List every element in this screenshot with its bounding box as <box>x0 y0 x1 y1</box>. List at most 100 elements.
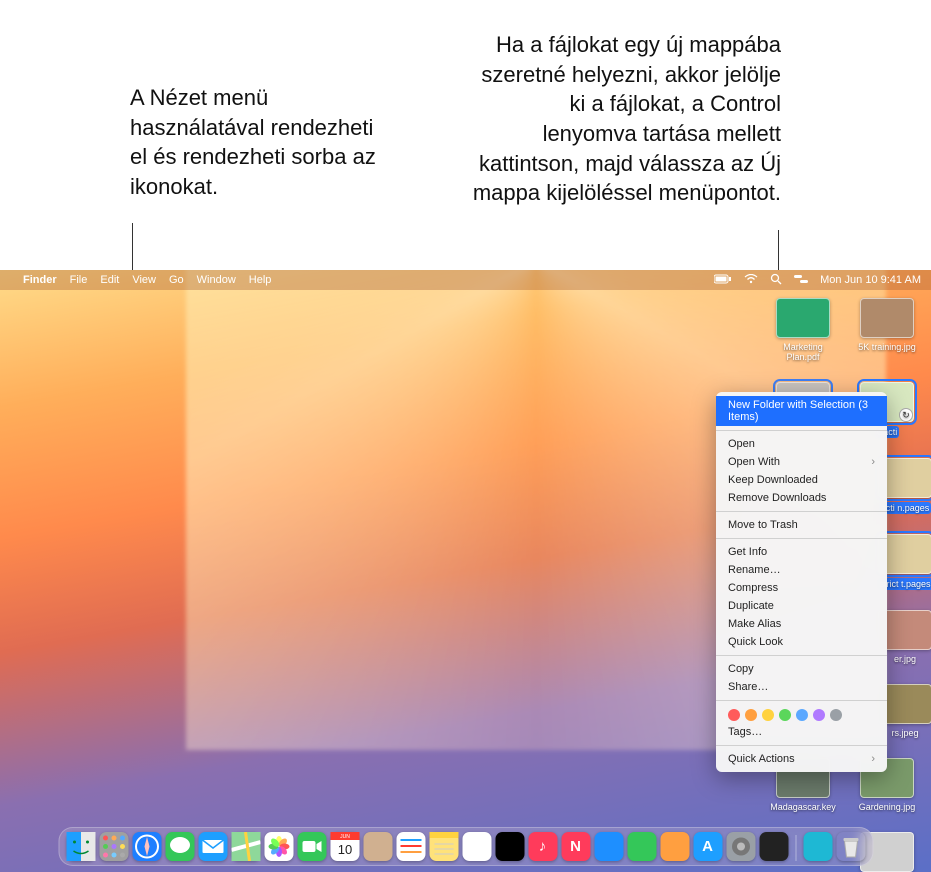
dock-app-iphone-mirroring[interactable] <box>759 832 788 861</box>
dock-app-news[interactable]: N <box>561 832 590 861</box>
dock-app-facetime[interactable] <box>297 832 326 861</box>
callout-new-folder: Ha a fájlokat egy új mappába szeretné he… <box>471 30 781 208</box>
dock-app-settings[interactable] <box>726 832 755 861</box>
menu-file[interactable]: File <box>70 274 88 286</box>
dock-app-contacts[interactable] <box>363 832 392 861</box>
callout-view-menu: A Nézet menü használatával rendezheti el… <box>130 83 390 202</box>
callouts-area: A Nézet menü használatával rendezheti el… <box>0 0 931 270</box>
dock-divider <box>795 835 796 861</box>
desktop-file[interactable]: 5K training.jpg <box>851 298 923 362</box>
menubar-datetime[interactable]: Mon Jun 10 9:41 AM <box>820 274 921 286</box>
menu-go[interactable]: Go <box>169 274 184 286</box>
dock-app-numbers[interactable] <box>627 832 656 861</box>
context-menu-label: New Folder with Selection (3 Items) <box>728 399 875 423</box>
app-menu-finder[interactable]: Finder <box>23 274 57 286</box>
control-center-icon[interactable] <box>794 274 808 287</box>
context-menu-label: Remove Downloads <box>728 492 826 504</box>
dock-app-freeform[interactable] <box>462 832 491 861</box>
dock-app-photos[interactable] <box>264 832 293 861</box>
menu-separator <box>716 430 887 431</box>
tag-color-dot[interactable] <box>762 709 774 721</box>
svg-text:JUN: JUN <box>340 834 350 840</box>
menubar: Finder File Edit View Go Window Help Mon… <box>0 270 931 290</box>
context-menu-label: Copy <box>728 663 754 675</box>
tag-color-row <box>716 705 887 723</box>
dock-app-tv[interactable] <box>495 832 524 861</box>
desktop[interactable]: Finder File Edit View Go Window Help Mon… <box>0 270 931 872</box>
menu-separator <box>716 700 887 701</box>
context-menu-label: Open <box>728 438 755 450</box>
dock-app-reminders[interactable] <box>396 832 425 861</box>
menu-separator <box>716 538 887 539</box>
dock-container: JUN 10 ♪N A <box>58 827 873 866</box>
context-menu-item[interactable]: New Folder with Selection (3 Items) <box>716 396 887 426</box>
dock-app-pages[interactable] <box>660 832 689 861</box>
tag-color-dot[interactable] <box>779 709 791 721</box>
dock-app-safari[interactable] <box>132 832 161 861</box>
context-menu-item[interactable]: Open With <box>716 453 887 471</box>
menu-separator <box>716 655 887 656</box>
context-menu-item[interactable]: Copy <box>716 660 887 678</box>
tag-color-dot[interactable] <box>830 709 842 721</box>
menu-view[interactable]: View <box>132 274 156 286</box>
svg-text:10: 10 <box>337 842 351 857</box>
file-label: Marketing Plan.pdf <box>767 342 839 362</box>
context-menu-item[interactable]: Quick Look <box>716 633 887 651</box>
context-menu-label: Make Alias <box>728 618 781 630</box>
tag-color-dot[interactable] <box>745 709 757 721</box>
context-menu-item[interactable]: Tags… <box>716 723 887 741</box>
context-menu-item[interactable]: Remove Downloads <box>716 489 887 507</box>
context-menu-item[interactable]: Quick Actions <box>716 750 887 768</box>
tag-color-dot[interactable] <box>813 709 825 721</box>
desktop-file[interactable]: Marketing Plan.pdf <box>767 298 839 362</box>
context-menu-item[interactable]: Keep Downloaded <box>716 471 887 489</box>
context-menu-label: Share… <box>728 681 768 693</box>
context-menu-label: Keep Downloaded <box>728 474 818 486</box>
menu-edit[interactable]: Edit <box>100 274 119 286</box>
menu-separator <box>716 745 887 746</box>
context-menu-item[interactable]: Compress <box>716 579 887 597</box>
dock-app-launchpad[interactable] <box>99 832 128 861</box>
context-menu: New Folder with Selection (3 Items) Open O… <box>716 392 887 772</box>
context-menu-item[interactable]: Open <box>716 435 887 453</box>
context-menu-label: Rename… <box>728 564 781 576</box>
context-menu-item[interactable]: Rename… <box>716 561 887 579</box>
context-menu-label: Move to Trash <box>728 519 798 531</box>
context-menu-label: Open With <box>728 456 780 468</box>
context-menu-item[interactable]: Get Info <box>716 543 887 561</box>
spotlight-icon[interactable] <box>770 273 782 288</box>
dock-app-calendar[interactable]: JUN 10 <box>330 832 359 861</box>
menu-separator <box>716 511 887 512</box>
dock-app-messages[interactable] <box>165 832 194 861</box>
file-label: 5K training.jpg <box>857 342 917 352</box>
dock-app-notes[interactable] <box>429 832 458 861</box>
file-label: Madagascar.key <box>769 802 837 812</box>
context-menu-label: Get Info <box>728 546 767 558</box>
context-menu-item[interactable]: Make Alias <box>716 615 887 633</box>
sync-badge-icon: ↻ <box>899 408 913 422</box>
file-label: rs.jpeg <box>890 728 919 738</box>
file-label: Gardening.jpg <box>858 802 917 812</box>
tag-color-dot[interactable] <box>728 709 740 721</box>
dock-app-finder[interactable] <box>66 832 95 861</box>
context-menu-item[interactable]: Move to Trash <box>716 516 887 534</box>
dock-app-downloads[interactable] <box>803 832 832 861</box>
context-menu-label: Duplicate <box>728 600 774 612</box>
context-menu-item[interactable]: Share… <box>716 678 887 696</box>
menu-help[interactable]: Help <box>249 274 272 286</box>
dock: JUN 10 ♪N A <box>58 827 873 866</box>
dock-app-music[interactable]: ♪ <box>528 832 557 861</box>
dock-app-appstore[interactable]: A <box>693 832 722 861</box>
context-menu-item[interactable]: Duplicate <box>716 597 887 615</box>
file-label: er.jpg <box>893 654 917 664</box>
wifi-icon[interactable] <box>744 274 758 287</box>
dock-app-keynote[interactable] <box>594 832 623 861</box>
battery-icon[interactable] <box>714 274 732 287</box>
dock-app-maps[interactable] <box>231 832 260 861</box>
dock-app-mail[interactable] <box>198 832 227 861</box>
tag-color-dot[interactable] <box>796 709 808 721</box>
menu-window[interactable]: Window <box>197 274 236 286</box>
dock-app-trash[interactable] <box>836 832 865 861</box>
context-menu-label: Quick Look <box>728 636 783 648</box>
context-menu-label: Tags… <box>728 726 762 738</box>
